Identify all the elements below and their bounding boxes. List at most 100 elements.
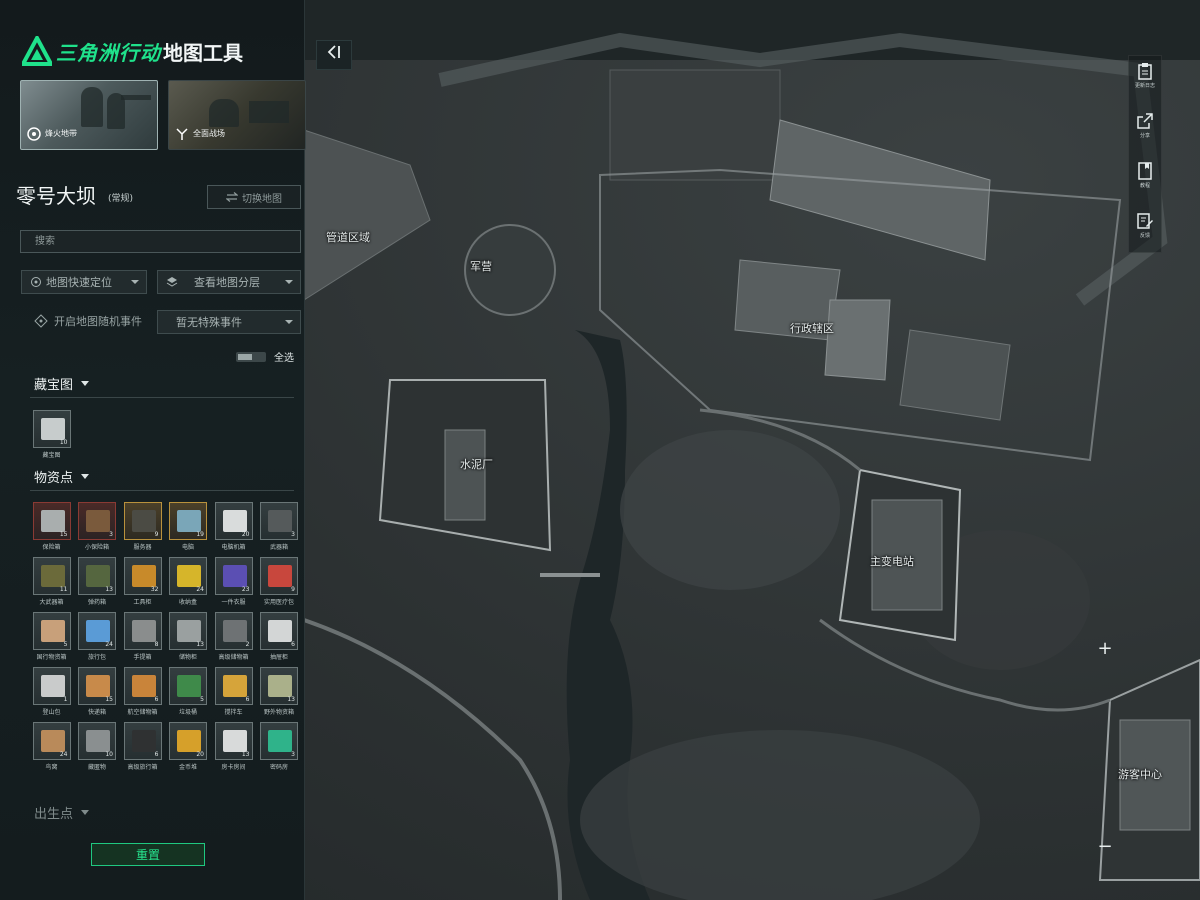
mode-label: 烽火地带	[45, 129, 77, 138]
supply-item[interactable]: 23 一件衣服	[211, 557, 256, 607]
mode-label: 全面战场	[193, 129, 225, 138]
supply-item-icon	[40, 510, 65, 532]
supply-item[interactable]: 13 弹药箱	[75, 557, 120, 607]
supply-item[interactable]: 5 垃圾桶	[166, 667, 211, 717]
random-event-toggle[interactable]: 开启地图随机事件	[34, 313, 142, 329]
collapse-icon	[327, 45, 340, 59]
supply-item-icon	[268, 510, 292, 532]
item-label: 搅拌车	[224, 709, 243, 716]
supply-item[interactable]: 13 储物柜	[166, 612, 211, 662]
item-count: 3	[291, 531, 295, 538]
supply-item-icon	[222, 510, 247, 532]
supply-item[interactable]: 6 航空储物箱	[120, 667, 165, 717]
reset-button[interactable]: 重置	[91, 843, 205, 866]
item-count: 32	[150, 586, 159, 593]
supply-item[interactable]: 15 保险箱	[29, 502, 74, 552]
toggle-switch[interactable]	[236, 351, 266, 362]
search-input[interactable]	[20, 230, 301, 253]
item-label: 藏宝图	[42, 452, 61, 459]
item-count: 13	[287, 696, 295, 703]
special-event-dropdown[interactable]: 暂无特殊事件	[157, 310, 301, 334]
sidebar: 三角洲行动 地图工具 烽火地带 全面战场 零号大坝 (常规) 切换地图 地图快	[0, 0, 306, 900]
supply-item[interactable]: 6 搅拌车	[211, 667, 256, 717]
view-layers-dropdown[interactable]: 查看地图分层	[157, 270, 301, 294]
supply-item[interactable]: 2 高级储物箱	[211, 612, 256, 662]
supply-item[interactable]: 3 密码房	[257, 722, 302, 772]
switch-map-button[interactable]: 切换地图	[207, 185, 301, 209]
item-count: 1	[63, 696, 68, 703]
item-tile: 19	[169, 502, 207, 540]
supply-item[interactable]: 24 旅行包	[75, 612, 120, 662]
map-label-admin[interactable]: 行政辖区	[790, 320, 834, 336]
supply-item[interactable]: 32 工具柜	[120, 557, 165, 607]
collapse-sidebar-button[interactable]	[316, 40, 352, 70]
supply-item[interactable]: 6 抽屉柜	[257, 612, 302, 662]
treasure-grid: 10 藏宝图	[29, 410, 302, 460]
map-label-pipeline[interactable]: 管道区域	[326, 229, 370, 245]
item-count: 15	[105, 696, 113, 703]
select-all-label: 全选	[274, 353, 294, 364]
select-all-toggle[interactable]: 全选	[236, 349, 294, 364]
locate-icon	[31, 277, 41, 287]
item-count: 10	[59, 439, 68, 446]
supply-item[interactable]: 9 服务器	[120, 502, 165, 552]
supply-item-icon	[222, 730, 247, 752]
item-count: 20	[241, 531, 250, 538]
mode-card-warfare[interactable]: 全面战场	[168, 80, 306, 150]
supply-item[interactable]: 1 登山包	[29, 667, 74, 717]
supply-item[interactable]: 13 房卡房间	[211, 722, 256, 772]
item-tile: 6	[123, 667, 162, 705]
item-count: 19	[196, 531, 204, 538]
supply-item[interactable]: 24 收纳盒	[166, 557, 211, 607]
item-count: 13	[196, 641, 204, 648]
brand-title: 三角洲行动	[56, 40, 161, 65]
map-label-cement[interactable]: 水泥厂	[460, 456, 493, 472]
supply-item[interactable]: 15 快递箱	[75, 667, 120, 717]
item-label: 电脑	[181, 544, 194, 551]
quick-locate-dropdown[interactable]: 地图快速定位	[21, 270, 147, 294]
item-label: 实用医疗包	[263, 599, 294, 606]
supply-item[interactable]: 5 国行物资箱	[29, 612, 74, 662]
supply-item[interactable]: 20 金币堆	[166, 722, 211, 772]
item-tile: 13	[78, 557, 116, 595]
item-treasure-map[interactable]: 10 藏宝图	[29, 410, 74, 460]
map-label-barracks[interactable]: 军营	[470, 258, 492, 274]
item-label: 房卡房间	[221, 764, 246, 771]
supply-item[interactable]: 3 武器箱	[257, 502, 302, 552]
update-log-button[interactable]: 更新日志	[1130, 62, 1160, 98]
category-treasure-header[interactable]: 藏宝图	[34, 374, 90, 393]
item-label: 服务器	[133, 544, 152, 551]
category-supplies-header[interactable]: 物资点	[34, 467, 90, 486]
supply-item[interactable]: 11 大武器箱	[29, 557, 74, 607]
supply-item[interactable]: 3 小保险箱	[75, 502, 120, 552]
item-tile: 10	[78, 722, 116, 760]
item-count: 13	[241, 751, 250, 758]
supply-item[interactable]: 13 野外物资箱	[257, 667, 302, 717]
supply-item[interactable]: 9 实用医疗包	[257, 557, 302, 607]
tutorial-button[interactable]: 教程	[1130, 162, 1160, 198]
mode-card-hazard-zone[interactable]: 烽火地带	[20, 80, 158, 150]
item-tile: 15	[32, 502, 71, 540]
share-button[interactable]: 分享	[1130, 112, 1160, 148]
map-label-substation[interactable]: 主变电站	[870, 553, 914, 569]
category-spawn-header[interactable]: 出生点	[34, 803, 90, 822]
feedback-button[interactable]: 反馈	[1130, 212, 1160, 248]
item-label: 小保险箱	[84, 544, 109, 551]
supply-item-icon	[222, 565, 247, 587]
map-label-visitor[interactable]: 游客中心	[1118, 766, 1162, 782]
supply-item[interactable]: 10 藏匿物	[75, 722, 120, 772]
zoom-in-button[interactable]: +	[1096, 640, 1114, 658]
caret-down-icon	[81, 381, 90, 386]
item-label: 收纳盒	[178, 599, 197, 606]
zoom-out-button[interactable]: −	[1096, 838, 1114, 856]
item-tile: 2	[214, 612, 253, 650]
item-label: 航空储物箱	[127, 709, 158, 716]
supply-item-icon	[177, 730, 201, 752]
supply-item[interactable]: 20 电脑机箱	[211, 502, 256, 552]
supply-item[interactable]: 8 手提箱	[120, 612, 165, 662]
supply-item[interactable]: 24 鸟窝	[29, 722, 74, 772]
supply-item[interactable]: 6 高级旅行箱	[120, 722, 165, 772]
item-label: 手提箱	[133, 654, 152, 661]
supply-item-icon	[268, 730, 292, 752]
supply-item[interactable]: 19 电脑	[166, 502, 211, 552]
